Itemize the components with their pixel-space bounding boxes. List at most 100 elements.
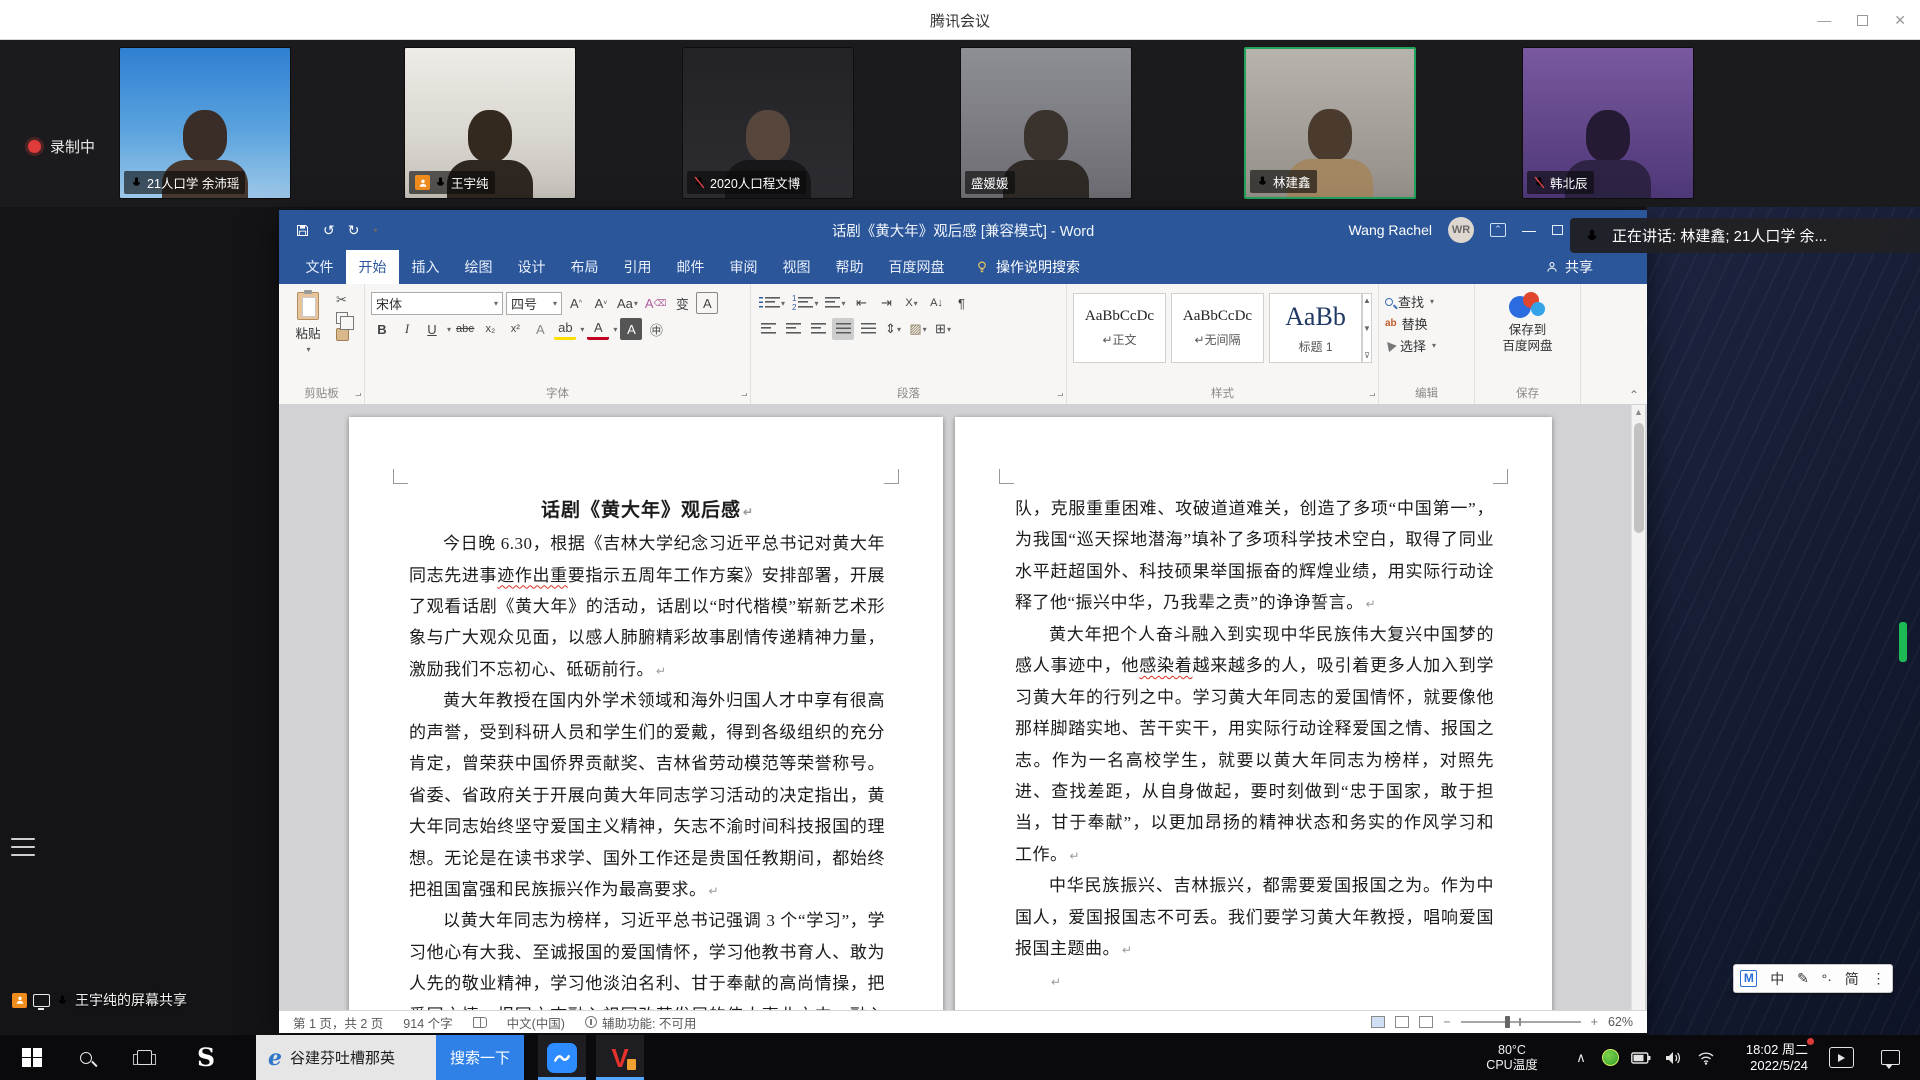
video-tile[interactable]: 盛媛媛	[960, 47, 1132, 199]
news-search-widget[interactable]: e 谷建芬吐槽那英 搜索一下	[256, 1035, 524, 1080]
line-spacing-button[interactable]: ⇕▾	[882, 318, 904, 340]
sogou-pinned-app[interactable]: S	[182, 1035, 230, 1080]
media-popup-button[interactable]	[1820, 1035, 1862, 1080]
tell-me-search[interactable]: 操作说明搜索	[975, 250, 1080, 284]
tray-expand-button[interactable]: ∧	[1568, 1035, 1594, 1080]
tab-home[interactable]: 开始	[346, 250, 399, 284]
zoom-out-icon[interactable]: −	[1443, 1015, 1450, 1029]
justify-button[interactable]	[832, 318, 854, 340]
decrease-indent-button[interactable]: ⇤	[851, 292, 873, 314]
word-minimize-icon[interactable]: —	[1522, 222, 1536, 238]
volume-tray-icon[interactable]	[1658, 1035, 1688, 1080]
font-dialog-launcher-icon[interactable]: ⌐	[741, 389, 747, 401]
italic-button[interactable]: I	[396, 318, 418, 340]
style-heading1[interactable]: AaBb 标题 1	[1269, 293, 1362, 363]
save-icon[interactable]	[295, 223, 310, 238]
bold-button[interactable]: B	[371, 318, 393, 340]
bullets-button[interactable]: ▾	[757, 292, 787, 314]
scrollbar-thumb[interactable]	[1634, 423, 1644, 533]
share-button[interactable]: 共享	[1545, 250, 1593, 284]
scroll-up-icon[interactable]: ▲	[1632, 405, 1645, 417]
network-tray-icon[interactable]	[1690, 1035, 1722, 1080]
tab-layout[interactable]: 布局	[558, 250, 611, 284]
news-search-button[interactable]: 搜索一下	[436, 1035, 524, 1080]
clear-formatting-button[interactable]: A⌫	[643, 292, 668, 314]
read-mode-view-icon[interactable]	[1419, 1016, 1433, 1028]
tab-references[interactable]: 引用	[611, 250, 664, 284]
find-button[interactable]: 查找▾	[1385, 292, 1468, 311]
highlight-color-button[interactable]: ab	[554, 318, 576, 340]
ime-pen-icon[interactable]: ✎	[1797, 970, 1809, 987]
proofing-icon[interactable]	[473, 1017, 487, 1028]
ime-logo-icon[interactable]: M	[1740, 970, 1757, 987]
taskbar-search-button[interactable]	[62, 1035, 110, 1080]
superscript-button[interactable]: x²	[504, 318, 526, 340]
task-view-button[interactable]	[120, 1035, 168, 1080]
tab-mailings[interactable]: 邮件	[664, 250, 717, 284]
print-layout-view-icon[interactable]	[1371, 1016, 1385, 1028]
video-tile[interactable]: 2020人口程文博	[682, 47, 854, 199]
minimize-icon[interactable]: —	[1817, 12, 1831, 28]
document-canvas[interactable]: 话剧《黄大年》观后感↵今日晚 6.30，根据《吉林大学纪念习近平总书记对黄大年同…	[279, 405, 1647, 1010]
gallery-expand-icon[interactable]: ⊽	[1364, 351, 1370, 360]
change-case-button[interactable]: Aa▾	[615, 292, 640, 314]
asian-layout-button[interactable]: X▾	[901, 292, 923, 314]
underline-button[interactable]: U	[421, 318, 443, 340]
character-shading-button[interactable]: A	[620, 318, 642, 340]
ribbon-display-options-icon[interactable]: ⌃	[1490, 223, 1506, 237]
select-button[interactable]: 选择▾	[1385, 336, 1468, 355]
zoom-in-icon[interactable]: +	[1591, 1015, 1598, 1029]
tencent-meeting-taskbar-app[interactable]	[538, 1035, 586, 1080]
undo-icon[interactable]: ↺	[323, 222, 335, 239]
signed-in-user[interactable]: Wang Rachel	[1348, 222, 1432, 238]
increase-indent-button[interactable]: ⇥	[876, 292, 898, 314]
maximize-icon[interactable]	[1857, 15, 1868, 26]
borders-button[interactable]: ⊞▾	[932, 318, 954, 340]
font-color-button[interactable]: A	[587, 318, 609, 340]
redo-icon[interactable]: ↻	[348, 222, 360, 239]
news-text[interactable]: 谷建芬吐槽那英	[290, 1047, 395, 1068]
document-page-1[interactable]: 话剧《黄大年》观后感↵今日晚 6.30，根据《吉林大学纪念习近平总书记对黄大年同…	[349, 417, 943, 1010]
phonetic-guide-button[interactable]: 变	[671, 292, 693, 314]
action-center-button[interactable]	[1868, 1035, 1912, 1080]
cpu-temperature-widget[interactable]: 80°C CPU温度	[1462, 1035, 1562, 1080]
ime-lang-mode[interactable]: 中	[1770, 969, 1784, 989]
tab-design[interactable]: 设计	[505, 250, 558, 284]
shrink-font-button[interactable]: A˅	[590, 292, 612, 314]
wps-taskbar-app[interactable]: V	[596, 1035, 644, 1080]
scroll-up-icon[interactable]: ▲	[1363, 296, 1371, 305]
antivirus-tray-icon[interactable]	[1596, 1035, 1624, 1080]
battery-tray-icon[interactable]	[1626, 1035, 1656, 1080]
video-tile-active-speaker[interactable]: 林建鑫	[1244, 47, 1416, 199]
style-normal[interactable]: AaBbCcDc ↵正文	[1073, 293, 1166, 363]
distribute-button[interactable]	[857, 318, 879, 340]
save-to-netdisk-button[interactable]: 保存到百度网盘	[1502, 292, 1552, 354]
accessibility-status[interactable]: 辅助功能: 不可用	[585, 1013, 696, 1032]
page-indicator[interactable]: 第 1 页，共 2 页	[293, 1013, 383, 1032]
ime-punct-mode[interactable]: °·	[1822, 971, 1832, 987]
meeting-sidebar-toggle[interactable]	[10, 836, 36, 858]
multilevel-list-button[interactable]: ▾	[823, 292, 847, 314]
subscript-button[interactable]: x₂	[479, 318, 501, 340]
word-restore-icon[interactable]	[1552, 225, 1563, 235]
align-left-button[interactable]	[757, 318, 779, 340]
tab-file[interactable]: 文件	[293, 250, 346, 284]
tab-insert[interactable]: 插入	[399, 250, 452, 284]
video-tile[interactable]: 王宇纯	[404, 47, 576, 199]
tab-review[interactable]: 审阅	[717, 250, 770, 284]
video-tile[interactable]: 韩北辰	[1522, 47, 1694, 199]
font-name-combo[interactable]: 宋体▾	[371, 292, 503, 315]
video-tile[interactable]: 21人口学 余沛瑶	[119, 47, 291, 199]
cut-icon[interactable]: ✂	[336, 292, 349, 308]
character-border-button[interactable]: A	[696, 292, 718, 314]
styles-gallery-scroll[interactable]: ▲ ▼ ⊽	[1362, 293, 1372, 363]
text-effects-button[interactable]: A	[529, 318, 551, 340]
tab-baidu-netdisk[interactable]: 百度网盘	[876, 250, 957, 284]
numbering-button[interactable]: 12▾	[790, 292, 820, 314]
zoom-slider[interactable]	[1461, 1021, 1581, 1023]
scroll-down-icon[interactable]: ▼	[1363, 324, 1371, 333]
align-right-button[interactable]	[807, 318, 829, 340]
ime-simplified-mode[interactable]: 简	[1845, 969, 1859, 989]
collapse-ribbon-icon[interactable]: ⌃	[1629, 388, 1639, 402]
tab-draw[interactable]: 绘图	[452, 250, 505, 284]
